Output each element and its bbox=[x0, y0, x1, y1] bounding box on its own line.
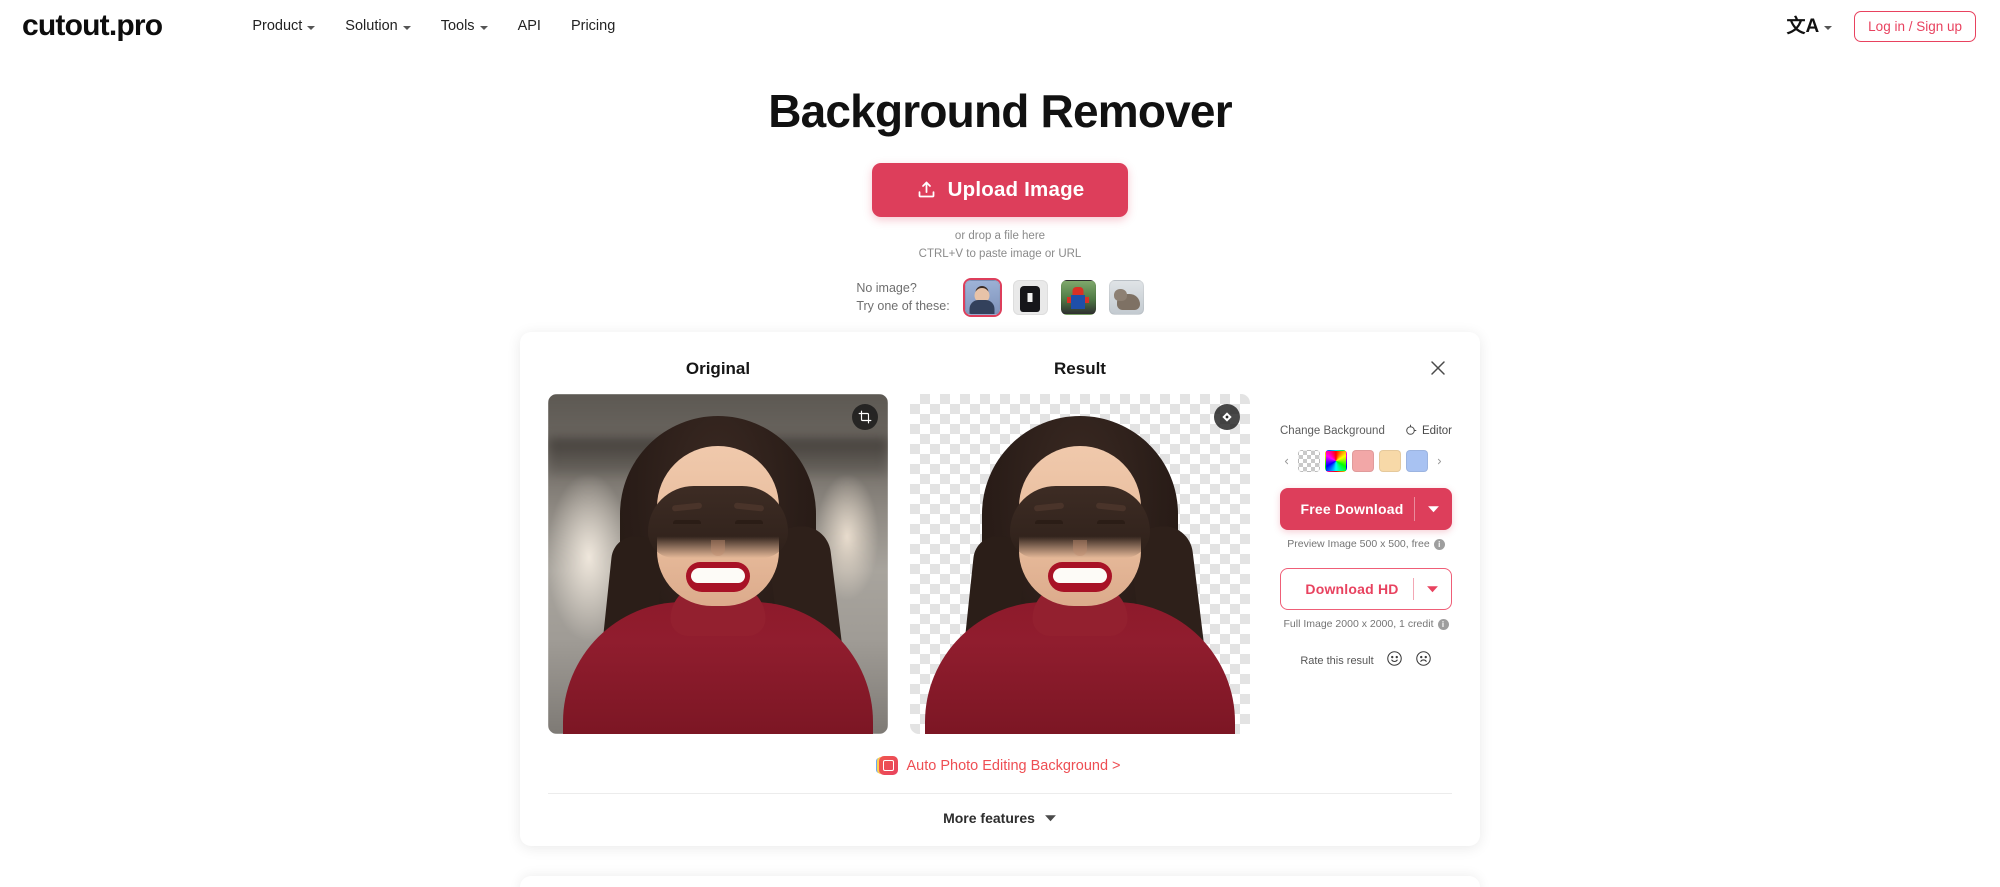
crop-icon[interactable] bbox=[852, 404, 878, 431]
header-actions: 文A Log in / Sign up bbox=[1786, 10, 1976, 42]
auto-photo-editing-promo[interactable]: Auto Photo Editing Background > bbox=[548, 756, 1452, 776]
nav-label: Solution bbox=[345, 18, 398, 34]
change-background-label: Change Background bbox=[1280, 424, 1385, 437]
teeth bbox=[1053, 568, 1107, 584]
eye-right bbox=[735, 520, 763, 525]
close-icon[interactable] bbox=[1426, 356, 1450, 380]
auto-photo-editing-icon bbox=[879, 756, 899, 776]
chevron-down-icon bbox=[479, 25, 488, 30]
mouth bbox=[1048, 562, 1112, 593]
sample-thumb-dog-puppy[interactable] bbox=[1108, 279, 1144, 315]
editor-label: Editor bbox=[1421, 424, 1452, 437]
eye-left bbox=[1035, 520, 1063, 525]
page-title: Background Remover bbox=[768, 85, 1232, 137]
swatch-peach[interactable] bbox=[1379, 450, 1401, 473]
eye-left bbox=[673, 520, 701, 525]
free-download-note: Preview Image 500 x 500, free i bbox=[1280, 538, 1452, 550]
nav-label: API bbox=[517, 18, 541, 34]
nose bbox=[1073, 540, 1087, 557]
smiley-face-icon[interactable] bbox=[1386, 650, 1403, 672]
language-switcher[interactable]: 文A bbox=[1786, 15, 1833, 37]
chevron-right-icon[interactable] bbox=[1433, 452, 1446, 470]
main-navigation: Product Solution Tools API Pricing bbox=[252, 18, 615, 34]
swatch-pink[interactable] bbox=[1352, 450, 1374, 473]
site-header: cutout.pro Product Solution Tools API Pr… bbox=[0, 0, 2000, 52]
nav-label: Product bbox=[252, 18, 303, 34]
upload-image-button[interactable]: Upload Image bbox=[872, 162, 1128, 217]
mouth bbox=[686, 562, 750, 593]
download-hd-note-text: Full Image 2000 x 2000, 1 credit bbox=[1283, 618, 1434, 631]
sample-images: No image? Try one of these: bbox=[0, 279, 2000, 317]
nav-label: Tools bbox=[440, 18, 475, 34]
free-download-label: Free Download bbox=[1300, 501, 1404, 518]
drop-hint-line1: or drop a file here bbox=[954, 229, 1046, 242]
chevron-down-icon bbox=[1824, 25, 1833, 30]
nose bbox=[711, 540, 725, 557]
upload-icon bbox=[918, 182, 934, 198]
eye-right bbox=[1097, 520, 1125, 525]
free-download-button[interactable]: Free Download bbox=[1280, 488, 1452, 531]
auto-photo-editing-label: Auto Photo Editing Background > bbox=[906, 757, 1121, 774]
nav-item-tools[interactable]: Tools bbox=[441, 18, 488, 34]
rate-result-row: Rate this result bbox=[1280, 650, 1452, 672]
original-image-pane[interactable] bbox=[548, 394, 888, 735]
download-hd-dropdown-toggle[interactable] bbox=[1413, 569, 1451, 609]
chevron-down-icon bbox=[1427, 506, 1439, 513]
chevron-down-icon bbox=[402, 25, 411, 30]
drop-hint: or drop a file here CTRL+V to paste imag… bbox=[0, 228, 2000, 264]
nav-item-solution[interactable]: Solution bbox=[345, 18, 411, 34]
result-card: Original Result Change Background Editor… bbox=[520, 332, 1480, 847]
download-hd-note: Full Image 2000 x 2000, 1 credit i bbox=[1280, 618, 1452, 630]
card-divider bbox=[548, 793, 1452, 795]
samples-label: No image? Try one of these: bbox=[856, 279, 949, 317]
eraser-icon[interactable] bbox=[1214, 404, 1240, 431]
download-hd-button[interactable]: Download HD bbox=[1280, 568, 1452, 611]
sample-thumb-portrait-woman[interactable] bbox=[964, 279, 1000, 315]
nav-label: Pricing bbox=[570, 18, 616, 34]
chevron-down-icon bbox=[307, 25, 316, 30]
result-column-title: Result bbox=[1054, 359, 1106, 379]
editor-button[interactable]: Editor bbox=[1404, 424, 1452, 437]
login-signup-button[interactable]: Log in / Sign up bbox=[1854, 10, 1976, 42]
rate-result-label: Rate this result bbox=[1300, 655, 1374, 668]
result-card-body: Change Background Editor Free Download P… bbox=[548, 394, 1452, 735]
magic-editor-icon bbox=[1406, 424, 1417, 435]
samples-label-line2: Try one of these: bbox=[856, 299, 950, 314]
frowny-face-icon[interactable] bbox=[1415, 650, 1432, 672]
sample-thumb-mario-figure[interactable] bbox=[1060, 279, 1096, 315]
change-background-row: Change Background Editor bbox=[1280, 424, 1452, 437]
next-section-card bbox=[520, 876, 1480, 887]
nav-item-product[interactable]: Product bbox=[252, 18, 316, 34]
more-features-toggle[interactable]: More features bbox=[548, 810, 1452, 826]
sample-thumb-black-tshirt[interactable] bbox=[1012, 279, 1048, 315]
upload-button-label: Upload Image bbox=[947, 177, 1085, 201]
background-swatch-row bbox=[1280, 450, 1452, 473]
original-photo-subject bbox=[548, 394, 888, 735]
result-controls: Change Background Editor Free Download P… bbox=[1280, 394, 1452, 672]
samples-label-line1: No image? bbox=[856, 280, 917, 295]
more-features-label: More features bbox=[943, 810, 1035, 827]
drop-hint-line2: CTRL+V to paste image or URL bbox=[918, 247, 1082, 260]
nav-item-pricing[interactable]: Pricing bbox=[571, 18, 615, 34]
swatch-color-picker[interactable] bbox=[1325, 450, 1347, 473]
nav-item-api[interactable]: API bbox=[518, 18, 541, 34]
free-download-dropdown-toggle[interactable] bbox=[1414, 488, 1452, 530]
result-card-header: Original Result bbox=[548, 354, 1452, 384]
site-logo[interactable]: cutout.pro bbox=[22, 11, 163, 41]
download-hd-label: Download HD bbox=[1305, 581, 1399, 598]
swatch-transparent[interactable] bbox=[1298, 450, 1320, 473]
result-image-pane[interactable] bbox=[910, 394, 1250, 735]
result-photo-subject bbox=[910, 394, 1250, 735]
chevron-down-icon bbox=[1044, 815, 1056, 822]
chevron-down-icon bbox=[1426, 586, 1438, 593]
info-icon[interactable]: i bbox=[1433, 538, 1445, 550]
swatch-blue[interactable] bbox=[1406, 450, 1428, 473]
hero-section: Background Remover Upload Image or drop … bbox=[0, 52, 2000, 316]
info-icon[interactable]: i bbox=[1437, 618, 1449, 630]
original-column-title: Original bbox=[685, 359, 751, 379]
chevron-left-icon[interactable] bbox=[1280, 452, 1293, 470]
free-download-note-text: Preview Image 500 x 500, free bbox=[1287, 538, 1430, 551]
translate-icon: 文A bbox=[1786, 15, 1820, 37]
teeth bbox=[691, 568, 745, 584]
